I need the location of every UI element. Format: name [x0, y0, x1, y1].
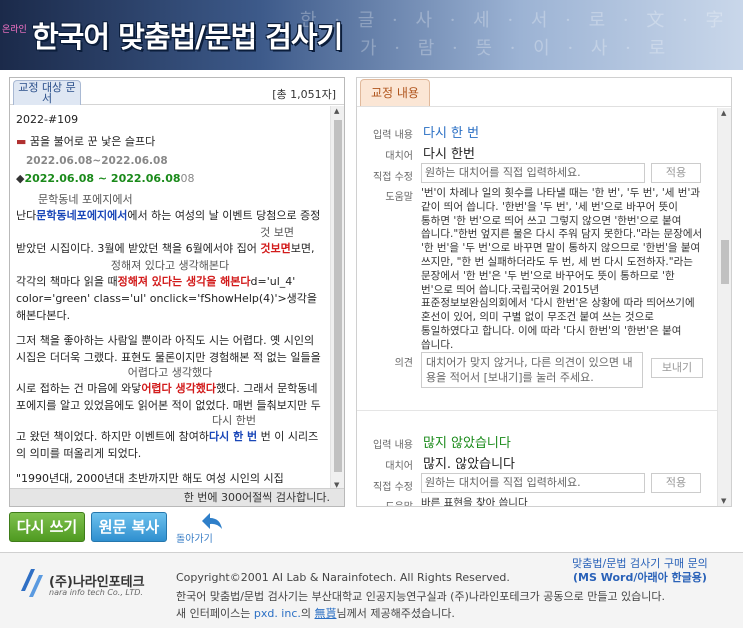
copy-original-button[interactable]: 원문 복사 [91, 512, 167, 542]
send-button[interactable]: 보내기 [651, 358, 703, 378]
credits-text: 한국어 맞춤법/문법 검사기는 부산대학교 인공지능연구실과 (주)나라인포테크… [176, 590, 666, 603]
purchase-inquiry-sub: (MS Word/아래아 한글용) [573, 571, 707, 584]
doc-text: 에서 하는 여성의 날 이벤트 당첨으로 증정 [127, 209, 321, 222]
scroll-thumb[interactable] [334, 120, 342, 472]
corrected-text[interactable]: 2022.06.08 ~ 2022.06.08 [24, 172, 180, 185]
source-document-text[interactable]: 2022-#109 ▬ 꿈을 불어로 꾼 낯은 슬프다 2022.06.08~2… [10, 106, 330, 490]
header-subtitle: 온라인 [2, 25, 27, 35]
source-panel-header: 교정 대상 문서 [총 1,051자] [10, 78, 344, 105]
character-count: [총 1,051자] [272, 88, 336, 101]
purchase-inquiry-text: 맞춤법/문법 검사기 구매 문의 [572, 557, 708, 570]
help-label: 도움말 [385, 192, 413, 203]
correction-panel: 교정 내용 입력 내용 다시 한 번 대치어 다시 한번 직접 수정 원하는 대… [356, 77, 732, 507]
replacement-label: 대치어 [385, 461, 413, 472]
replacement-label: 대치어 [385, 151, 413, 162]
doc-line: 것 보면 받았던 시집이다. 3월에 받았던 책을 6월에서야 집어 것보면보면… [16, 226, 324, 257]
doc-line: 그저 책을 좋아하는 사람일 뿐이라 아직도 시는 어렵다. 옛 시인의 시집은… [16, 334, 321, 364]
doc-text: 꿈을 불어로 꾼 낯은 슬프다 [29, 135, 156, 148]
credit-text: 님께서 제공해주셨습니다. [336, 607, 455, 620]
app-header: 한 · 글 · 사 · 세 · 서 · 로 · 文 · 字 가 · 람 · 뜻 … [0, 0, 743, 70]
correction-scrollbar[interactable]: ▲ ▼ [717, 108, 731, 506]
doc-line: ◆2022.06.08 ~ 2022.06.0808 [16, 172, 195, 185]
free-link[interactable]: 無貰 [315, 607, 337, 620]
help-text: '번'이 차례나 일의 횟수를 나타낼 때는 '한 번', '두 번', '세 … [421, 187, 703, 351]
credit-text: 의 [300, 607, 315, 620]
suggestion-insert: 어렵다고 생각했다 [127, 366, 213, 379]
speech-icon: ▬ [16, 135, 27, 148]
doc-text: 08 [180, 172, 195, 185]
source-panel-footer: 한 번에 300어절씩 검사합니다. [10, 488, 344, 506]
company-name-en: nara info tech Co., LTD. [49, 588, 143, 597]
replacement-value[interactable]: 많지. 않았습니다 [423, 453, 515, 472]
divider [357, 410, 717, 411]
doc-line: 어렵다고 생각했다 시로 접하는 건 마음에 와닿어렵다 생각했다했다. 그래서… [16, 366, 324, 414]
input-value: 많지 않았습니다 [423, 436, 511, 451]
correction-list: 입력 내용 다시 한 번 대치어 다시 한번 직접 수정 원하는 대치어를 직접… [357, 108, 719, 506]
source-scrollbar[interactable]: ▲ ▼ [330, 106, 344, 490]
opinion-input[interactable]: 대치어가 맞지 않거나, 다른 의견이 있으면 내용을 적어서 [보내기]를 눌… [421, 352, 643, 388]
input-value: 다시 한 번 [423, 126, 480, 141]
company-logo: (주)나라인포테크 nara info tech Co., LTD. [19, 565, 159, 605]
tab-source-document[interactable]: 교정 대상 문서 [13, 80, 81, 105]
direct-edit-label: 직접 수정 [373, 482, 413, 493]
doc-text: 각각의 책마다 읽을 때 [16, 275, 118, 288]
doc-line: ▬ 꿈을 불어로 꾼 낯은 슬프다 [16, 133, 324, 150]
help-label: 도움말 [357, 498, 413, 506]
header-bg-characters: 한 · 글 · 사 · 세 · 서 · 로 · 文 · 字 [300, 10, 730, 31]
error-highlight[interactable]: 다시 한 번 [209, 430, 257, 443]
doc-line: 문학동네 포에지에서 난다문학동네포에지에서에서 하는 여성의 날 이벤트 당첨… [16, 193, 324, 224]
header-bg-characters-2: 가 · 람 · 뜻 · 이 · 사 · 로 [360, 38, 672, 59]
back-label: 돌아가기 [176, 534, 213, 545]
suggestion-insert: 다시 한번 [212, 414, 256, 427]
doc-text: 난다 [16, 209, 37, 222]
back-button[interactable]: 돌아가기 [176, 511, 226, 545]
direct-edit-input[interactable]: 원하는 대치어를 직접 입력하세요. [421, 163, 645, 183]
doc-text: 받았던 시집이다. 3월에 받았던 책을 6월에서야 집어 [16, 242, 261, 255]
error-highlight[interactable]: 문학동네포에지에서 [36, 209, 127, 222]
help-text: 바른 표현을 찾아 씁니다 [421, 497, 528, 506]
interface-credit: 새 인터페이스는 pxd. inc.의 無貰님께서 제공해주셨습니다. [176, 605, 455, 621]
doc-line: 2022.06.08~2022.06.08 [16, 152, 324, 170]
error-highlight[interactable]: 정해져 있다는 생각을 해본다 [118, 275, 251, 288]
doc-line: 다시 한번 고 왔던 책이었다. 하지만 이벤트에 참여하다시 한 번 번 이 … [16, 414, 324, 462]
credit-text: 새 인터페이스는 [176, 607, 254, 620]
input-label: 입력 내용 [373, 440, 413, 451]
scroll-down-icon[interactable]: ▼ [721, 497, 726, 505]
doc-text: 고 왔던 책이었다. 하지만 이벤트에 참여하 [16, 430, 210, 443]
doc-line: "1990년대, 2000년대 초반까지만 해도 여성 시인의 시집 [16, 472, 284, 485]
input-label: 입력 내용 [373, 130, 413, 141]
company-logo-icon [21, 569, 43, 597]
replacement-value[interactable]: 다시 한번 [423, 143, 475, 162]
error-highlight[interactable]: 어렵다 생각했다 [141, 382, 216, 395]
suggestion-insert: 정해져 있다고 생각해본다 [110, 259, 230, 272]
tab-correction[interactable]: 교정 내용 [360, 79, 430, 106]
site-footer: (주)나라인포테크 nara info tech Co., LTD. Copyr… [0, 552, 743, 628]
scroll-up-icon[interactable]: ▲ [721, 109, 726, 117]
direct-edit-input[interactable]: 원하는 대치어를 직접 입력하세요. [421, 473, 645, 493]
source-document-panel: 교정 대상 문서 [총 1,051자] 2022-#109 ▬ 꿈을 불어로 꾼… [9, 77, 345, 507]
doc-line: 2022-#109 [16, 113, 79, 126]
suggestion-insert: 것 보면 [260, 226, 294, 239]
apply-button[interactable]: 적용 [651, 473, 701, 493]
apply-button[interactable]: 적용 [651, 163, 701, 183]
opinion-label: 의견 [394, 358, 413, 369]
divider [357, 106, 731, 107]
back-arrow-icon [202, 513, 222, 529]
pxd-link[interactable]: pxd. inc. [254, 607, 301, 620]
doc-text: 시로 접하는 건 마음에 와닿 [16, 382, 142, 395]
direct-edit-label: 직접 수정 [373, 172, 413, 183]
scroll-up-icon[interactable]: ▲ [334, 107, 339, 115]
error-highlight[interactable]: 것보면 [260, 242, 290, 255]
copyright-text: Copyright©2001 AI Lab & Narainfotech. Al… [176, 571, 510, 584]
purchase-inquiry-link[interactable]: 맞춤법/문법 검사기 구매 문의 (MS Word/아래아 한글용) [540, 557, 740, 585]
scroll-thumb[interactable] [721, 240, 729, 284]
app-title: 한국어 맞춤법/문법 검사기 [32, 20, 343, 54]
rewrite-button[interactable]: 다시 쓰기 [9, 512, 85, 542]
suggestion-insert: 문학동네 포에지에서 [38, 193, 133, 206]
doc-text: 보면, [290, 242, 315, 255]
suggestion-insert: 2022.06.08~2022.06.08 [26, 155, 168, 167]
doc-line: 정해져 있다고 생각해본다 각각의 책마다 읽을 때정해져 있다는 생각을 해본… [16, 259, 324, 324]
